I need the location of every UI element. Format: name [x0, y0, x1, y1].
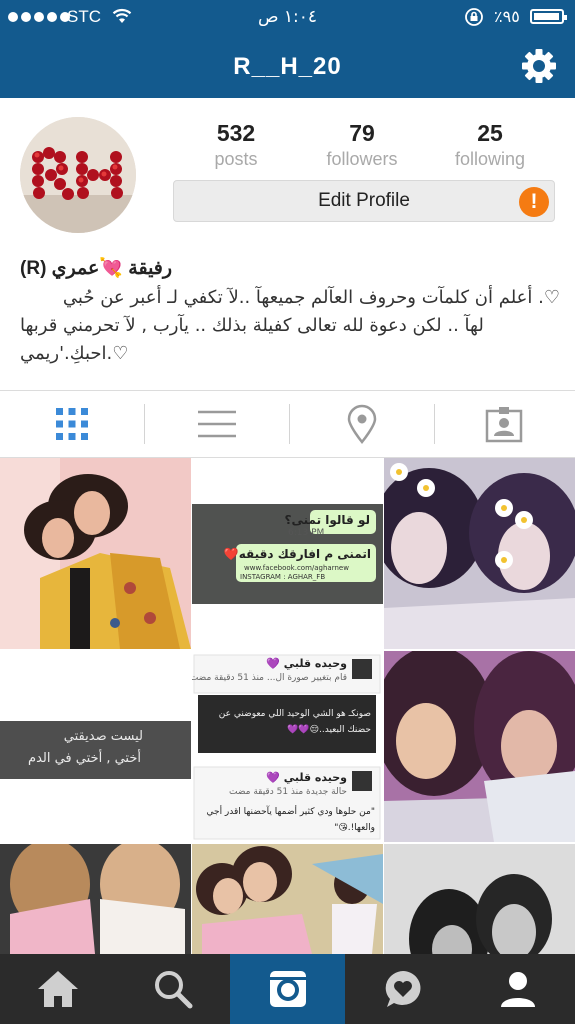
display-name: رفيقة 💘عمري (R)	[20, 258, 173, 279]
nav-bar: R__H_20	[0, 34, 575, 98]
profile-username-title: R__H_20	[233, 53, 342, 80]
grid-icon	[55, 408, 88, 440]
post-text: اتمنى م افارقك دقيقه❤️	[223, 547, 371, 561]
followers-stat[interactable]: 79 followers	[302, 120, 422, 170]
search-icon	[154, 971, 192, 1009]
bio-line: لهآ .. لكن دعوة لله تعالى كفيلة بذلك .. …	[20, 315, 484, 336]
post-text: والعها!.😘"	[334, 823, 375, 833]
home-icon	[37, 971, 78, 1007]
tab-profile[interactable]	[460, 954, 575, 1024]
followers-label: followers	[326, 149, 398, 169]
photo-thumbnail[interactable]	[384, 844, 575, 954]
posts-count: 532	[216, 120, 256, 146]
photo-grid: لو قالوا تمنى؟ اتمنى م افارقك دقيقه❤️ 6:…	[0, 458, 575, 954]
tab-activity[interactable]	[345, 954, 460, 1024]
camera-icon	[269, 971, 306, 1007]
orientation-lock-icon	[464, 7, 484, 32]
post-text: قام بتغيير صورة ال... منذ 51 دقيقة مضت	[192, 673, 347, 683]
tab-home[interactable]	[0, 954, 115, 1024]
post-text: "من حلوها ودي كثير أضمها يآحضنها اقدر أج…	[206, 807, 376, 817]
photo-thumbnail[interactable]: لو قالوا تمنى؟ اتمنى م افارقك دقيقه❤️ 6:…	[192, 458, 383, 649]
post-watermark: www.facebook.com/agharnew	[244, 564, 349, 572]
tab-camera[interactable]	[230, 954, 345, 1024]
tagged-person-icon	[485, 407, 522, 443]
view-tabs	[0, 391, 575, 457]
post-text: حالة جديدة منذ 51 دقيقة مضت	[229, 787, 347, 797]
tab-list-view[interactable]	[145, 391, 288, 457]
post-credit: INSTAGRAM : AGHAR_FB	[240, 573, 326, 581]
bio-line: ♡.احبكِ.'ريمي	[20, 343, 129, 364]
photo-thumbnail[interactable]: ليست صديقتي أختي , أختي في الدم	[0, 651, 191, 842]
tab-grid-view[interactable]	[0, 391, 143, 457]
photo-thumbnail[interactable]	[0, 844, 191, 954]
posts-stat[interactable]: 532 posts	[176, 120, 296, 170]
following-stat[interactable]: 25 following	[430, 120, 550, 170]
photo-thumbnail[interactable]	[384, 651, 575, 842]
gear-icon[interactable]	[518, 45, 560, 87]
post-text: صونكـ هو الشي الوحيد اللي معوضني عن	[218, 709, 371, 719]
avatar[interactable]	[20, 117, 136, 233]
clock: ١:٠٤ ص	[257, 7, 318, 27]
post-timestamp: 6:13 PM	[288, 528, 325, 538]
activity-heart-icon	[385, 971, 420, 1007]
profile-icon	[500, 972, 535, 1007]
post-text: لو قالوا تمنى؟	[284, 513, 370, 527]
posts-label: posts	[214, 149, 258, 169]
post-text: حضنك البعيد..😔💜💜	[287, 725, 371, 735]
bio-text: ♡. أعلم أن كلمآت وحروف العآلم جميعهآ ..ل…	[20, 284, 560, 368]
battery-icon	[530, 9, 567, 24]
tab-location-view[interactable]	[290, 391, 433, 457]
photo-thumbnail[interactable]: وحيده قلبي 💜 قام بتغيير صورة ال... منذ 5…	[192, 651, 383, 842]
post-text: أختي , أختي في الدم	[28, 751, 141, 766]
bottom-tab-bar	[0, 954, 575, 1024]
post-username: وحيده قلبي 💜	[266, 771, 347, 784]
status-bar: STC ١:٠٤ ص ٪٩٥	[0, 0, 575, 34]
tab-tagged-view[interactable]	[432, 391, 575, 457]
location-pin-icon	[347, 404, 376, 444]
post-text: ليست صديقتي	[63, 729, 143, 744]
followers-count: 79	[349, 120, 375, 146]
following-label: following	[454, 149, 526, 169]
list-icon	[197, 410, 236, 438]
post-username: وحيده قلبي 💜	[266, 657, 347, 670]
alert-icon[interactable]: !	[519, 187, 549, 217]
photo-thumbnail[interactable]	[384, 458, 575, 649]
bio-line: ♡. أعلم أن كلمآت وحروف العآلم جميعهآ ..ل…	[62, 287, 560, 308]
photo-thumbnail[interactable]	[192, 844, 383, 954]
following-count: 25	[477, 120, 503, 146]
battery-percent: ٪٩٥	[494, 7, 520, 26]
photo-thumbnail[interactable]	[0, 458, 191, 649]
edit-profile-button[interactable]: Edit Profile	[173, 180, 555, 222]
tab-search[interactable]	[115, 954, 230, 1024]
